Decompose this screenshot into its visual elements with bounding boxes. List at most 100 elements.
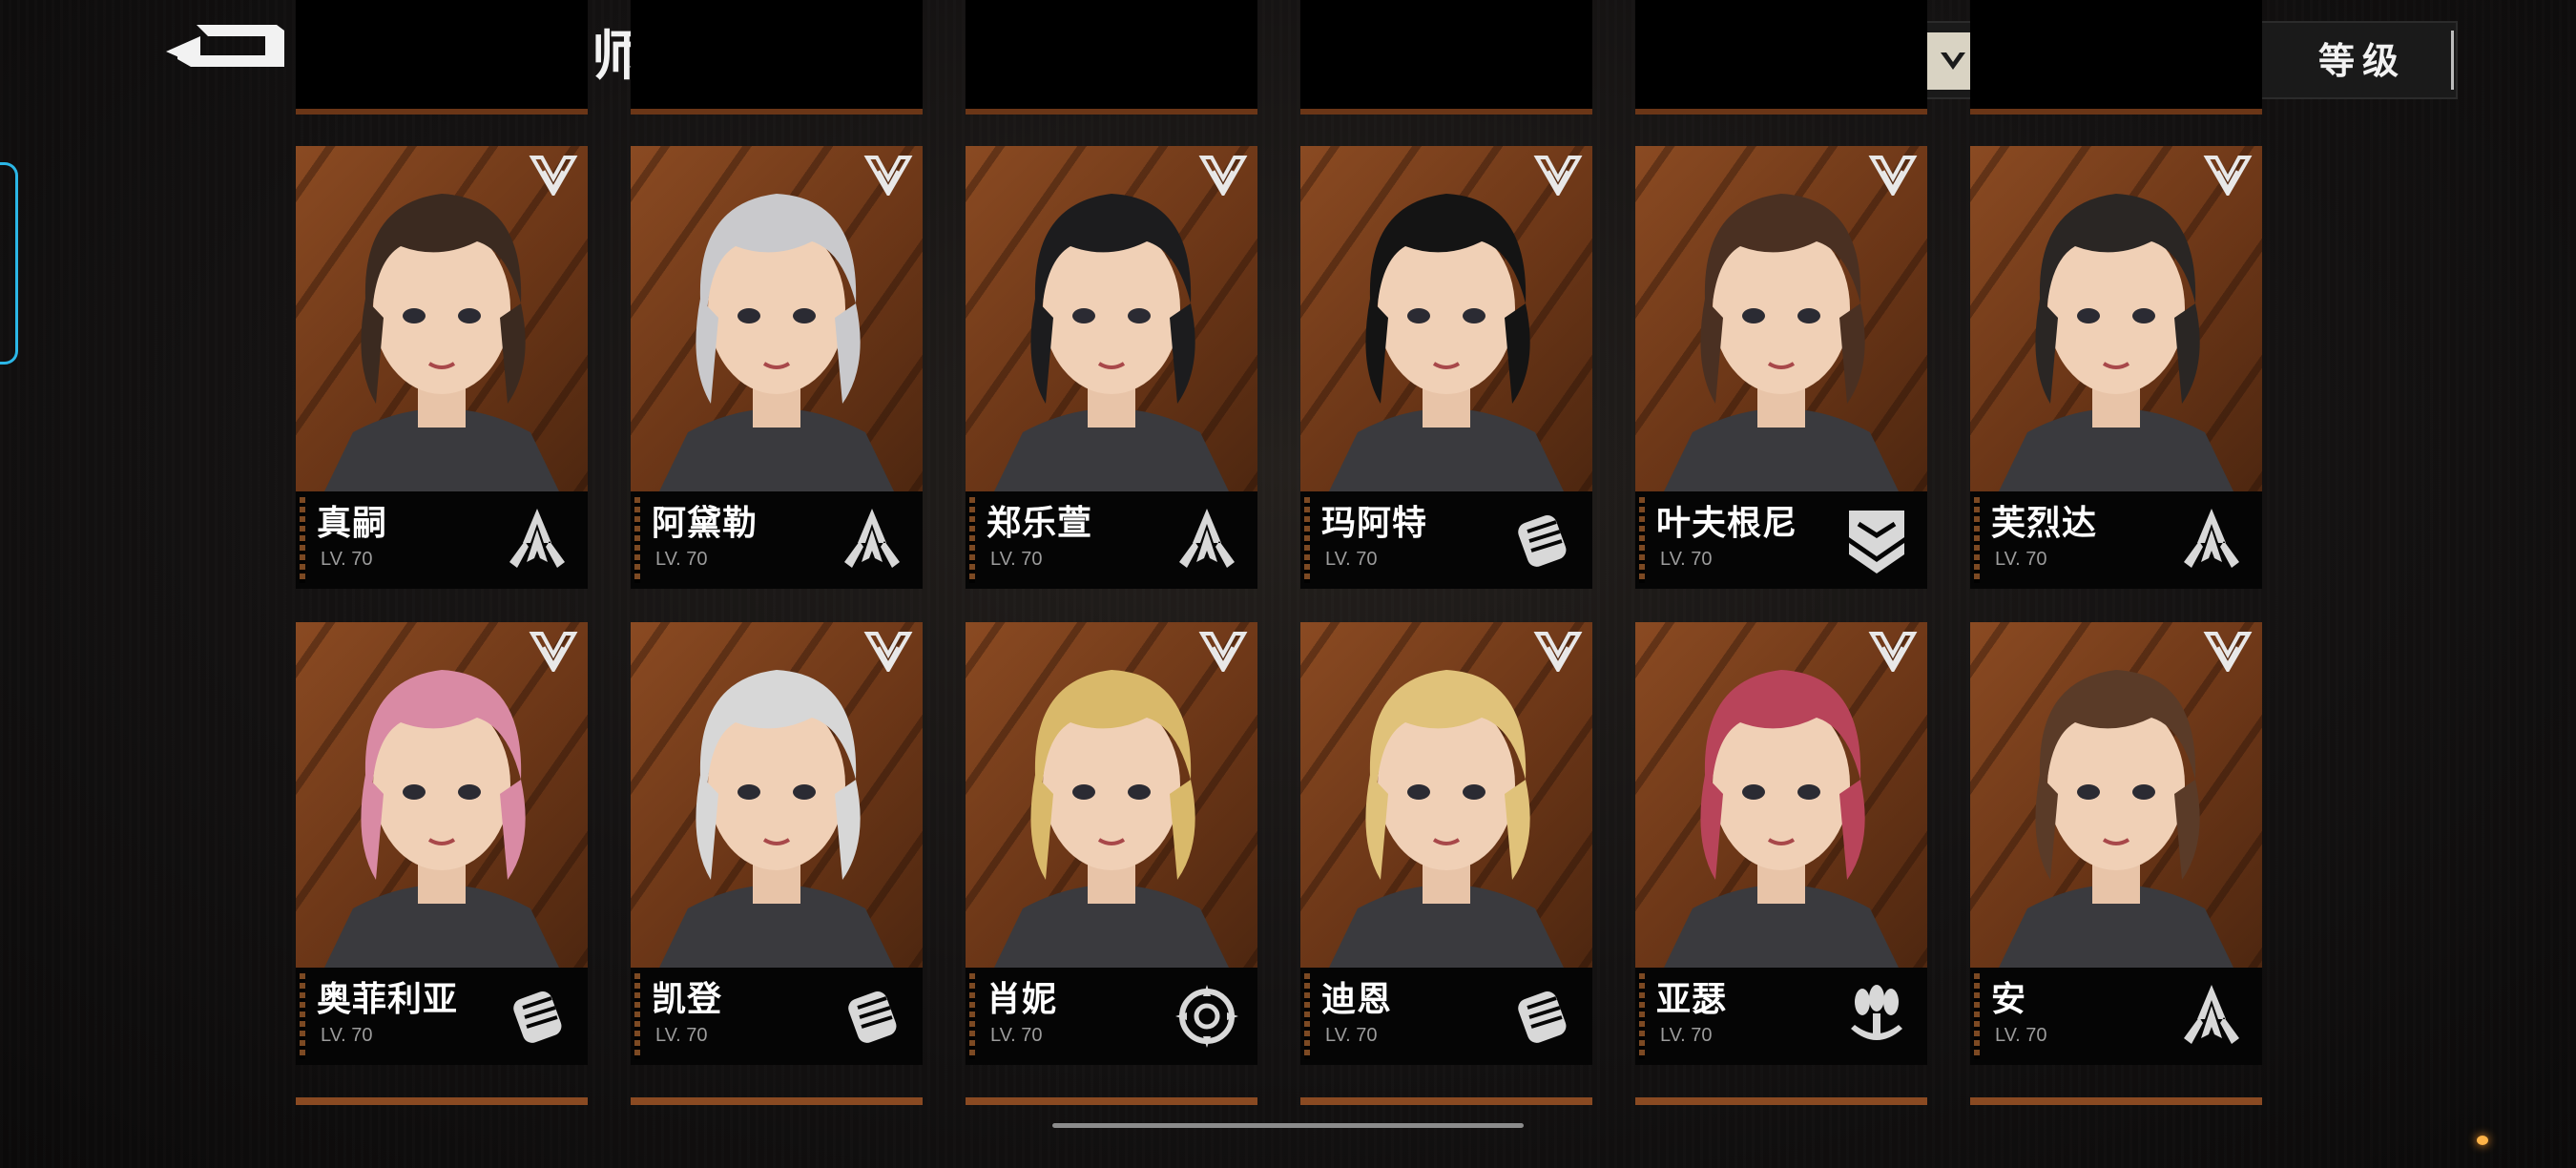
rank-emblem-icon [1533, 156, 1583, 196]
pilot-card-partial[interactable] [966, 0, 1257, 115]
pilot-card-partial[interactable] [631, 1097, 923, 1105]
pilot-card[interactable]: 迪恩 LV. 70 [1300, 622, 1592, 1065]
card-edge [631, 109, 923, 115]
pilot-card-partial[interactable] [1635, 0, 1927, 115]
pilot-nameplate: 亚瑟 LV. 70 [1635, 968, 1927, 1065]
pilot-card-partial[interactable] [296, 0, 588, 115]
pilot-card[interactable]: 真嗣 LV. 70 [296, 146, 588, 589]
pilot-level: LV. 70 [655, 1025, 708, 1046]
pilot-nameplate: 叶夫根尼 LV. 70 [1635, 491, 1927, 589]
striker-arrow-icon [2184, 509, 2239, 568]
pilot-nameplate: 真嗣 LV. 70 [296, 491, 588, 589]
pilot-portrait [631, 146, 923, 491]
card-edge [296, 109, 588, 115]
rank-emblem-icon [2203, 632, 2253, 672]
pilot-level: LV. 70 [990, 1025, 1043, 1046]
pilot-card[interactable]: 玛阿特 LV. 70 [1300, 146, 1592, 589]
pilot-card[interactable]: 郑乐萱 LV. 70 [966, 146, 1257, 589]
pilot-card[interactable]: 芙烈达 LV. 70 [1970, 146, 2262, 589]
pilot-card-partial[interactable] [1635, 1097, 1927, 1105]
pilot-portrait [1635, 622, 1927, 968]
pilot-portrait [1300, 146, 1592, 491]
pilot-card[interactable]: 叶夫根尼 LV. 70 [1635, 146, 1927, 589]
pilot-nameplate: 阿黛勒 LV. 70 [631, 491, 923, 589]
fist-icon [848, 991, 897, 1043]
pilot-portrait [1970, 146, 2262, 491]
pilot-portrait-art [659, 670, 894, 968]
bomb-support-icon [1851, 985, 1902, 1040]
pilot-level: LV. 70 [321, 549, 373, 570]
pilot-name: 迪恩 [1321, 980, 1393, 1019]
fist-icon [513, 991, 562, 1043]
pilot-name: 玛阿特 [1321, 504, 1428, 543]
pilot-portrait [631, 622, 923, 968]
pilot-portrait [1635, 146, 1927, 491]
rank-emblem-icon [863, 632, 913, 672]
pilot-card[interactable]: 安 LV. 70 [1970, 622, 2262, 1065]
fist-icon [1518, 991, 1567, 1043]
pilot-portrait-art [994, 670, 1229, 968]
pilot-card-partial[interactable] [1300, 1097, 1592, 1105]
pilot-card[interactable]: 凯登 LV. 70 [631, 622, 923, 1065]
pilot-portrait-art [324, 670, 559, 968]
rank-emblem-icon [2203, 156, 2253, 196]
rank-emblem-icon [1198, 632, 1248, 672]
pilot-level: LV. 70 [1660, 549, 1713, 570]
pilot-portrait [1300, 622, 1592, 968]
pilot-grid: 真嗣 LV. 70 阿黛勒 LV. 70 郑乐萱 LV. 70 玛阿特 LV. … [0, 0, 2576, 1168]
pilot-nameplate: 玛阿特 LV. 70 [1300, 491, 1592, 589]
pilot-level: LV. 70 [1995, 1025, 2047, 1046]
pilot-portrait-art [324, 194, 559, 491]
pilot-level: LV. 70 [321, 1025, 373, 1046]
striker-arrow-icon [509, 509, 565, 568]
scrollbar[interactable] [1052, 1123, 1524, 1128]
ember-particle [2477, 1136, 2488, 1145]
pilot-nameplate: 凯登 LV. 70 [631, 968, 923, 1065]
pilot-level: LV. 70 [655, 549, 708, 570]
pilot-level: LV. 70 [1325, 1025, 1378, 1046]
pilot-card-partial[interactable] [296, 1097, 588, 1105]
pilot-card-partial[interactable] [631, 0, 923, 115]
pilot-name: 肖妮 [987, 980, 1058, 1019]
pilot-name: 凯登 [652, 980, 723, 1019]
pilot-nameplate: 芙烈达 LV. 70 [1970, 491, 2262, 589]
rank-emblem-icon [1868, 156, 1918, 196]
card-edge [966, 109, 1257, 115]
pilot-nameplate: 肖妮 LV. 70 [966, 968, 1257, 1065]
shield-chevron-icon [1849, 511, 1904, 574]
pilot-portrait-art [1329, 194, 1564, 491]
pilot-card-partial[interactable] [1970, 0, 2262, 115]
card-edge [1300, 109, 1592, 115]
pilot-card-partial[interactable] [1970, 1097, 2262, 1105]
pilot-card-partial[interactable] [1300, 0, 1592, 115]
rank-emblem-icon [529, 632, 578, 672]
pilot-name: 郑乐萱 [987, 504, 1093, 543]
pilot-name: 安 [1991, 980, 2027, 1019]
rank-emblem-icon [1198, 156, 1248, 196]
pilot-nameplate: 迪恩 LV. 70 [1300, 968, 1592, 1065]
pilot-name: 叶夫根尼 [1656, 504, 1798, 543]
pilot-name: 真嗣 [317, 504, 388, 543]
pilot-portrait-art [994, 194, 1229, 491]
pilot-card[interactable]: 奥菲利亚 LV. 70 [296, 622, 588, 1065]
pilot-portrait-art [1664, 194, 1899, 491]
pilot-card-partial[interactable] [966, 1097, 1257, 1105]
rank-emblem-icon [529, 156, 578, 196]
pilot-portrait [296, 622, 588, 968]
striker-arrow-icon [1179, 509, 1235, 568]
pilot-card[interactable]: 肖妮 LV. 70 [966, 622, 1257, 1065]
pilot-portrait-art [1329, 670, 1564, 968]
fist-icon [1518, 515, 1567, 567]
rank-emblem-icon [1868, 632, 1918, 672]
pilot-level: LV. 70 [1995, 549, 2047, 570]
pilot-card[interactable]: 亚瑟 LV. 70 [1635, 622, 1927, 1065]
card-edge [1635, 109, 1927, 115]
striker-arrow-icon [2184, 985, 2239, 1044]
pilot-portrait-art [1999, 194, 2233, 491]
pilot-name: 亚瑟 [1656, 980, 1728, 1019]
pilot-name: 奥菲利亚 [317, 980, 459, 1019]
pilot-nameplate: 安 LV. 70 [1970, 968, 2262, 1065]
pilot-level: LV. 70 [990, 549, 1043, 570]
pilot-portrait [966, 146, 1257, 491]
pilot-card[interactable]: 阿黛勒 LV. 70 [631, 146, 923, 589]
